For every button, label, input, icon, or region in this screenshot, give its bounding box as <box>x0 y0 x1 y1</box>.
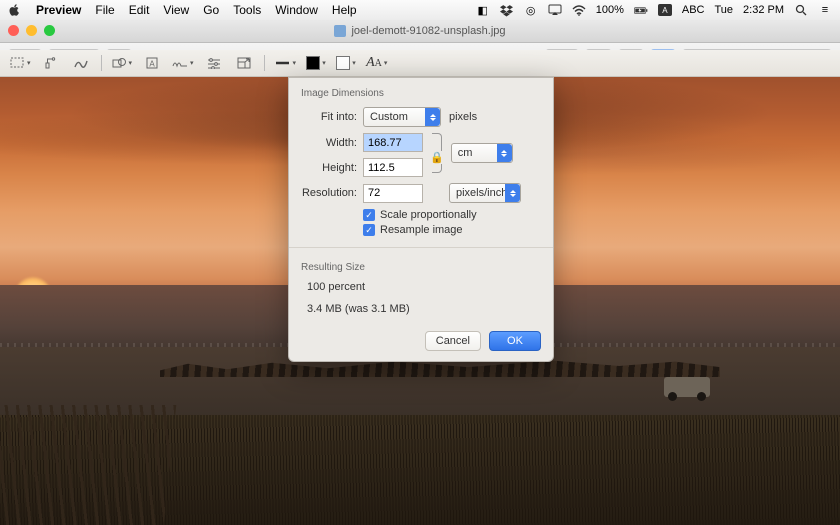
unit-select[interactable]: cm <box>451 143 513 163</box>
battery-charging-icon[interactable] <box>634 3 648 17</box>
status-icon-1[interactable]: ◧ <box>476 3 490 17</box>
window-controls <box>8 25 55 36</box>
spotlight-icon[interactable] <box>794 3 808 17</box>
separator <box>264 55 265 71</box>
height-label: Height: <box>301 162 357 174</box>
sign-tool[interactable]: ▾ <box>172 53 194 73</box>
battery-percent: 100% <box>596 4 624 16</box>
fit-into-unit: pixels <box>449 111 477 123</box>
input-source-label[interactable]: ABC <box>682 4 705 16</box>
menu-help[interactable]: Help <box>332 3 357 17</box>
menu-window[interactable]: Window <box>275 3 318 17</box>
input-source-icon[interactable]: A <box>658 4 672 16</box>
menu-extras-icon[interactable]: ≡ <box>818 3 832 17</box>
wifi-icon[interactable] <box>572 3 586 17</box>
resolution-unit-select[interactable]: pixels/inch <box>449 183 521 203</box>
border-color-tool[interactable]: ▾ <box>306 53 326 73</box>
text-style-tool[interactable]: AA▾ <box>366 53 387 73</box>
window-zoom[interactable] <box>44 25 55 36</box>
fill-color-tool[interactable]: ▾ <box>336 53 356 73</box>
lock-aspect-icon[interactable]: 🔒 <box>429 151 445 164</box>
text-tool[interactable]: A <box>142 53 162 73</box>
instant-alpha-tool[interactable] <box>41 53 61 73</box>
resample-image-checkbox[interactable]: ✓Resample image <box>363 224 541 236</box>
ok-button[interactable]: OK <box>489 331 541 351</box>
shapes-tool[interactable]: ▾ <box>112 53 133 73</box>
menu-edit[interactable]: Edit <box>129 3 150 17</box>
status-icon-3[interactable]: ◎ <box>524 3 538 17</box>
adjust-color-tool[interactable] <box>204 53 224 73</box>
separator <box>101 55 102 71</box>
cancel-button[interactable]: Cancel <box>425 331 481 351</box>
dialog-section-header: Image Dimensions <box>301 88 541 99</box>
resulting-filesize: 3.4 MB (was 3.1 MB) <box>307 303 541 315</box>
scale-proportionally-checkbox[interactable]: ✓Scale proportionally <box>363 209 541 221</box>
resulting-size-header: Resulting Size <box>301 262 541 273</box>
adjust-size-dialog: Image Dimensions Fit into: Custom pixels… <box>288 77 554 362</box>
resulting-percent: 100 percent <box>307 281 541 293</box>
width-field[interactable] <box>363 133 423 152</box>
clock-day[interactable]: Tue <box>714 4 733 16</box>
sketch-tool[interactable] <box>71 53 91 73</box>
document-proxy-icon[interactable] <box>334 25 346 37</box>
fit-into-label: Fit into: <box>301 111 357 123</box>
menu-tools[interactable]: Tools <box>233 3 261 17</box>
line-style-tool[interactable]: ▾ <box>275 53 297 73</box>
resolution-label: Resolution: <box>301 187 357 199</box>
menu-file[interactable]: File <box>95 3 114 17</box>
resolution-field[interactable] <box>363 184 423 203</box>
clock-time[interactable]: 2:32 PM <box>743 4 784 16</box>
app-name[interactable]: Preview <box>36 3 81 17</box>
dropbox-icon[interactable] <box>500 3 514 17</box>
apple-menu[interactable] <box>8 3 22 17</box>
adjust-size-tool[interactable] <box>234 53 254 73</box>
svg-text:A: A <box>149 60 155 69</box>
menu-view[interactable]: View <box>163 3 189 17</box>
airplay-icon[interactable] <box>548 3 562 17</box>
window-titlebar: joel-demott-91082-unsplash.jpg <box>0 20 840 43</box>
macos-menubar: Preview File Edit View Go Tools Window H… <box>0 0 840 20</box>
window-title: joel-demott-91082-unsplash.jpg <box>351 25 505 37</box>
selection-tool[interactable]: ▾ <box>10 53 31 73</box>
window-minimize[interactable] <box>26 25 37 36</box>
width-label: Width: <box>301 137 357 149</box>
menu-go[interactable]: Go <box>203 3 219 17</box>
height-field[interactable] <box>363 158 423 177</box>
fit-into-select[interactable]: Custom <box>363 107 441 127</box>
window-close[interactable] <box>8 25 19 36</box>
markup-toolbar: ▾ ▾ A ▾ ▾ ▾ ▾ AA▾ <box>0 50 840 77</box>
